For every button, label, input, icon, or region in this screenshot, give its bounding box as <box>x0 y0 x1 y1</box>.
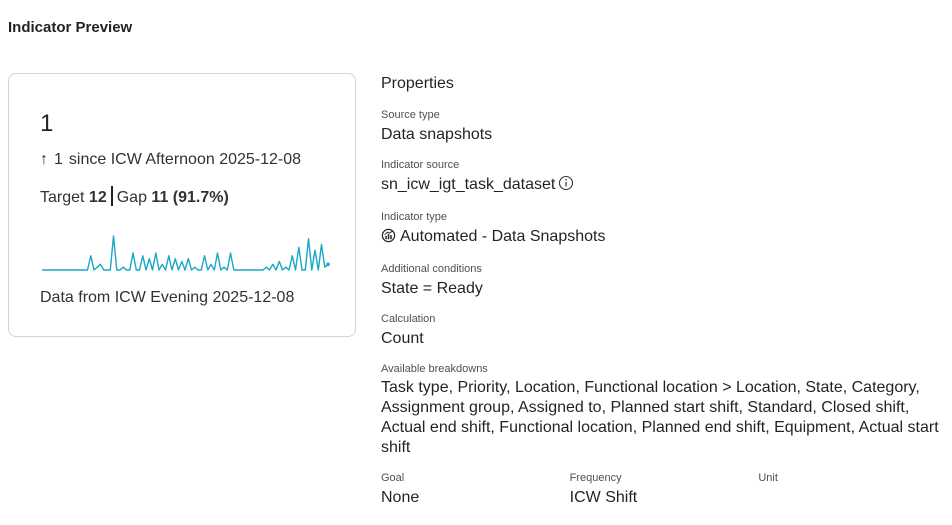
properties-heading: Properties <box>381 75 454 92</box>
goal-property: Goal None <box>381 471 570 508</box>
calculation-value: Count <box>381 330 424 347</box>
score-change: ↑ 1 since ICW Afternoon 2025-12-08 <box>40 151 301 169</box>
indicator-type-property: Indicator type Automated - Data Snapshot… <box>381 210 947 249</box>
gap-value: 11 (91.7%) <box>151 189 229 206</box>
additional-conditions-value: State = Ready <box>381 280 483 297</box>
sparkline-last-point <box>326 262 330 267</box>
indicator-source-value: sn_icw_igt_task_dataset <box>381 176 556 193</box>
source-type-property: Source type Data snapshots <box>381 108 947 145</box>
unit-label: Unit <box>758 472 778 484</box>
target-gap-row: Target 12 Gap 11 (91.7%) <box>40 186 229 207</box>
indicator-type-row: Automated - Data Snapshots <box>381 226 947 249</box>
properties-panel: Properties Source type Data snapshots In… <box>381 75 947 521</box>
indicator-source-property: Indicator source sn_icw_igt_task_dataset <box>381 158 947 197</box>
indicator-preview-card: 1 ↑ 1 since ICW Afternoon 2025-12-08 Targe… <box>8 73 356 337</box>
additional-conditions-label: Additional conditions <box>381 263 482 275</box>
change-value: 1 <box>54 151 63 168</box>
source-type-value: Data snapshots <box>381 126 493 143</box>
indicator-source-row: sn_icw_igt_task_dataset <box>381 174 947 197</box>
target-gap-divider <box>110 186 113 206</box>
source-type-label: Source type <box>381 109 440 121</box>
goal-frequency-unit-row: Goal None Frequency ICW Shift Unit <box>381 471 947 521</box>
automated-indicator-icon <box>381 228 396 249</box>
change-text: since ICW Afternoon 2025-12-08 <box>68 151 302 168</box>
frequency-label: Frequency <box>569 472 622 484</box>
indicator-type-label: Indicator type <box>381 211 448 223</box>
target-label: Target <box>40 189 85 206</box>
calculation-property: Calculation Count <box>381 312 947 349</box>
frequency-value: ICW Shift <box>569 489 638 506</box>
frequency-property: Frequency ICW Shift <box>570 471 759 508</box>
target-value: 12 <box>88 189 107 206</box>
page-title: Indicator Preview <box>8 19 133 36</box>
info-icon[interactable] <box>558 175 574 197</box>
sparkline-chart <box>42 235 330 271</box>
calculation-label: Calculation <box>381 313 436 325</box>
additional-conditions-property: Additional conditions State = Ready <box>381 262 947 299</box>
indicator-source-label: Indicator source <box>381 159 460 171</box>
available-breakdowns-property: Available breakdowns Task type, Priority… <box>381 362 947 458</box>
data-from-text: Data from ICW Evening 2025-12-08 <box>40 289 295 306</box>
unit-property: Unit <box>758 471 947 508</box>
sparkline-series <box>42 235 329 271</box>
goal-value: None <box>381 489 420 506</box>
gap-label: Gap <box>116 189 147 206</box>
up-arrow-icon: ↑ <box>40 151 48 168</box>
indicator-type-value: Automated - Data Snapshots <box>400 228 606 245</box>
available-breakdowns-value: Task type, Priority, Location, Functiona… <box>381 379 939 456</box>
goal-label: Goal <box>381 472 405 484</box>
available-breakdowns-label: Available breakdowns <box>381 363 488 375</box>
indicator-score: 1 <box>40 110 54 137</box>
